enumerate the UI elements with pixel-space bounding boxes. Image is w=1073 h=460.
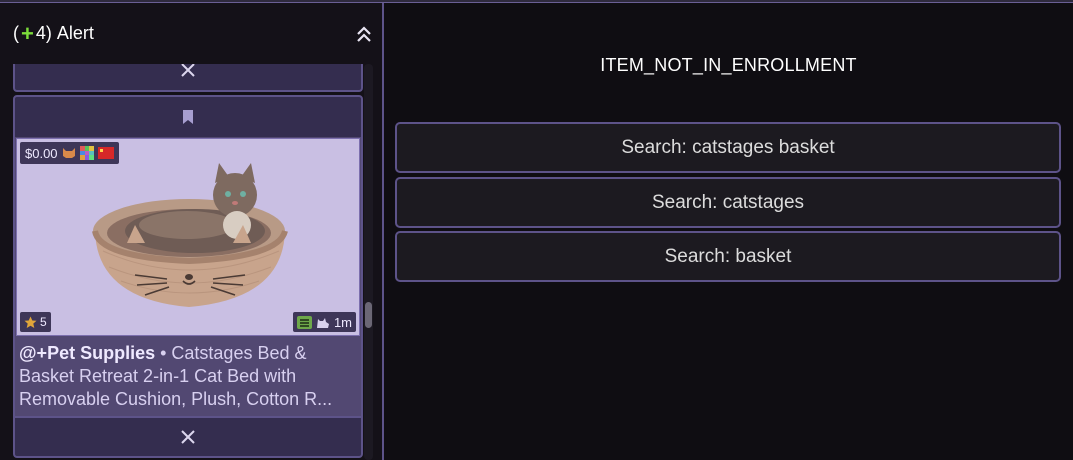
product-description[interactable]: @+Pet Supplies • Catstages Bed & Basket … [19,342,357,411]
price-text: $0.00 [25,145,58,161]
bookmark-icon [183,110,193,124]
scrollbar[interactable] [364,64,373,460]
scrollbar-thumb[interactable] [365,302,372,328]
product-image[interactable]: $0.00 5 1m [16,138,360,336]
star-icon [24,316,37,328]
dismiss-button[interactable] [13,64,363,92]
color-grid-icon [79,146,94,160]
double-chevron-up-icon [357,26,371,42]
price-badge: $0.00 [20,142,119,164]
rating-value: 5 [40,315,47,329]
flag-icon [97,147,114,159]
alert-header: ( + 4) Alert [0,3,382,63]
collapse-button[interactable] [352,21,376,47]
plus-icon: + [21,20,34,46]
age-badge: 1m [292,312,356,332]
search-button[interactable]: Search: catstages [395,177,1061,228]
dismiss-button[interactable] [13,416,363,458]
alert-count: 4) [35,23,52,43]
search-button[interactable]: Search: basket [395,231,1061,282]
product-category: @+Pet Supplies [19,343,156,363]
status-message: ITEM_NOT_IN_ENROLLMENT [600,55,857,75]
bookmark-button[interactable] [13,95,363,139]
alert-list[interactable]: $0.00 5 1m @+Pet Supplies • Catstages Be… [13,64,363,460]
cat-face-icon [62,148,75,158]
product-card[interactable]: $0.00 5 1m @+Pet Supplies • Catstages Be… [13,137,363,419]
alert-panel: ( + 4) Alert $0.00 5 1m @+Pet Supplies •… [0,3,384,460]
detail-panel: ITEM_NOT_IN_ENROLLMENT Search: catstages… [386,3,1073,460]
cat-basket-image [92,163,288,307]
close-icon [181,430,195,444]
alert-count-prefix: ( [13,23,19,43]
cat-icon [316,317,329,328]
list-icon [296,315,312,329]
rating-badge: 5 [20,312,51,332]
search-button[interactable]: Search: catstages basket [395,122,1061,173]
alert-label: Alert [56,23,94,43]
age-value: 1m [333,314,352,330]
title-separator: • [155,343,172,363]
alert-title: ( + 4) Alert [13,20,94,46]
close-icon [181,64,195,77]
